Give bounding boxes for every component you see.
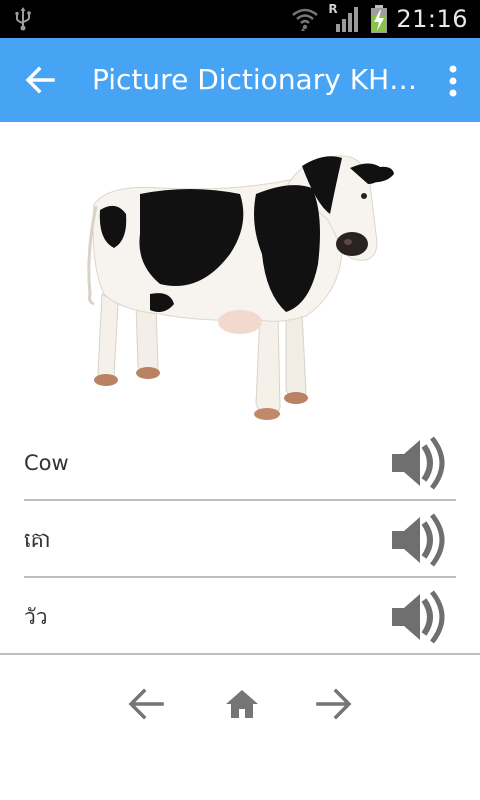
word-english: Cow: [24, 451, 69, 475]
app-bar: Picture Dictionary KH En: [0, 38, 480, 122]
usb-icon: [15, 7, 31, 31]
word-row-thai: วัว: [0, 578, 480, 655]
bottom-navigation: [0, 680, 480, 730]
cow-picture: [87, 155, 394, 420]
wifi-icon: [292, 8, 319, 31]
battery-charging-icon: [371, 5, 388, 33]
word-list: Cow គោ วัว: [0, 424, 480, 655]
more-vertical-icon[interactable]: [444, 64, 462, 98]
signal-icon: R: [328, 2, 362, 34]
next-arrow-icon[interactable]: [314, 684, 354, 724]
word-khmer: គោ: [24, 528, 51, 552]
page-title: Picture Dictionary KH En: [92, 63, 424, 96]
word-thai: วัว: [24, 605, 48, 629]
word-row-english: Cow: [24, 424, 456, 501]
clock: 21:16: [396, 5, 468, 33]
previous-arrow-icon[interactable]: [126, 684, 166, 724]
speaker-icon[interactable]: [390, 436, 448, 490]
word-row-khmer: គោ: [24, 501, 456, 578]
back-arrow-icon[interactable]: [22, 62, 58, 98]
speaker-icon[interactable]: [390, 513, 448, 567]
speaker-icon[interactable]: [390, 590, 448, 644]
home-icon[interactable]: [222, 684, 262, 724]
status-bar: R 21:16: [0, 0, 480, 38]
